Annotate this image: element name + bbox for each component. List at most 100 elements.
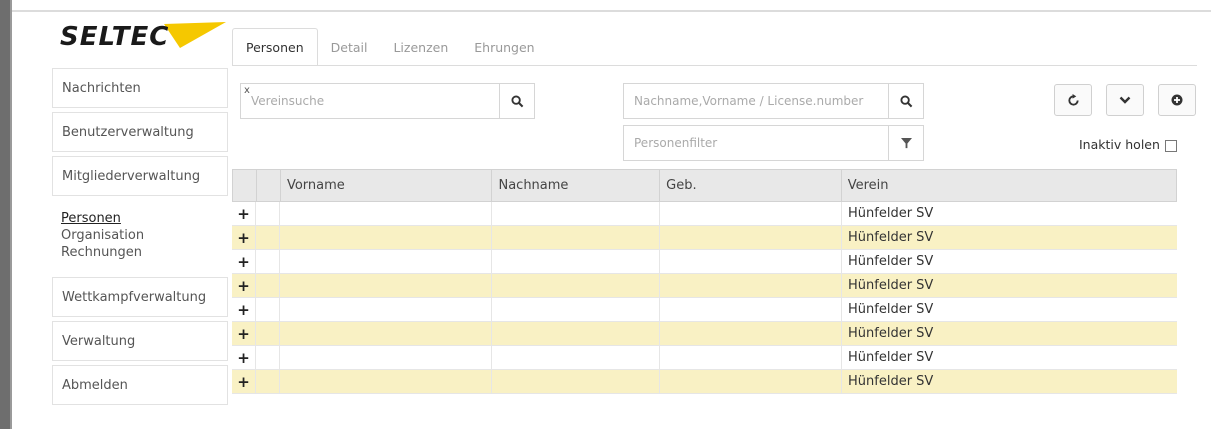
table-row[interactable]: + Hünfelder SV xyxy=(232,322,1177,346)
add-button[interactable] xyxy=(1158,84,1196,116)
sidebar-item-label: Verwaltung xyxy=(62,333,136,349)
row-select-cell xyxy=(256,370,280,393)
cell-vorname xyxy=(280,274,492,297)
plus-icon[interactable]: + xyxy=(232,202,256,225)
club-search-input[interactable]: x Vereinsuche xyxy=(240,83,500,119)
sidebar-item-abmelden[interactable]: Abmelden xyxy=(52,365,228,405)
cell-nachname xyxy=(492,202,660,225)
cell-geb xyxy=(660,226,842,249)
cell-vorname xyxy=(280,322,492,345)
cell-nachname xyxy=(492,274,660,297)
sidebar-item-label: Nachrichten xyxy=(62,80,141,96)
cell-verein: Hünfelder SV xyxy=(848,278,934,293)
plus-icon[interactable]: + xyxy=(232,346,256,369)
window-left-edge-inner xyxy=(10,0,12,429)
person-filter-placeholder: Personenfilter xyxy=(634,136,718,150)
cell-nachname xyxy=(492,298,660,321)
person-filter-input[interactable]: Personenfilter xyxy=(623,125,889,161)
tab-personen[interactable]: Personen xyxy=(232,28,318,66)
table-row[interactable]: + Hünfelder SV xyxy=(232,370,1177,394)
table-row[interactable]: + Hünfelder SV xyxy=(232,202,1177,226)
window-left-edge xyxy=(0,0,10,429)
inactive-toggle[interactable]: Inaktiv holen xyxy=(1079,137,1177,152)
logo: SELTEC xyxy=(52,18,228,58)
sidebar-item-label: Mitgliederverwaltung xyxy=(62,168,201,184)
person-filter-group: Personenfilter xyxy=(623,125,924,161)
cell-nachname xyxy=(492,346,660,369)
name-search-placeholder: Nachname,Vorname / License.number xyxy=(634,94,864,108)
row-select-cell xyxy=(256,298,280,321)
cell-geb xyxy=(660,250,842,273)
cell-vorname xyxy=(280,226,492,249)
plus-icon[interactable]: + xyxy=(232,322,256,345)
filter-icon xyxy=(900,137,912,148)
plus-icon[interactable]: + xyxy=(232,226,256,249)
cell-vorname xyxy=(280,346,492,369)
search-icon xyxy=(899,94,912,107)
refresh-button[interactable] xyxy=(1054,84,1092,116)
inactive-label: Inaktiv holen xyxy=(1079,137,1160,152)
header-select xyxy=(257,170,281,201)
sidebar-subitem-rechnungen[interactable]: Rechnungen xyxy=(61,244,219,261)
sidebar-item-wettkampfverwaltung[interactable]: Wettkampfverwaltung xyxy=(52,277,228,317)
cell-nachname xyxy=(492,250,660,273)
sidebar-subnav: Personen Organisation Rechnungen xyxy=(52,200,228,273)
cell-geb xyxy=(660,274,842,297)
cell-geb xyxy=(660,322,842,345)
header-expand xyxy=(233,170,257,201)
tab-divider xyxy=(232,65,1197,66)
cell-verein: Hünfelder SV xyxy=(848,350,934,365)
sidebar-item-benutzerverwaltung[interactable]: Benutzerverwaltung xyxy=(52,112,228,152)
sidebar-item-label: Wettkampfverwaltung xyxy=(62,289,207,305)
sidebar-item-mitgliederverwaltung[interactable]: Mitgliederverwaltung xyxy=(52,156,228,196)
row-select-cell xyxy=(256,226,280,249)
name-search-button[interactable] xyxy=(888,83,924,119)
clear-icon[interactable]: x xyxy=(244,85,250,96)
row-select-cell xyxy=(256,322,280,345)
plus-icon[interactable]: + xyxy=(232,298,256,321)
cell-verein: Hünfelder SV xyxy=(848,254,934,269)
cell-verein: Hünfelder SV xyxy=(848,302,934,317)
tab-detail[interactable]: Detail xyxy=(318,28,381,66)
tab-lizenzen[interactable]: Lizenzen xyxy=(380,28,461,66)
header-geb[interactable]: Geb. xyxy=(660,170,842,201)
name-search-input[interactable]: Nachname,Vorname / License.number xyxy=(623,83,889,119)
sidebar-item-label: Abmelden xyxy=(62,377,128,393)
row-select-cell xyxy=(256,250,280,273)
club-search-button[interactable] xyxy=(499,83,535,119)
table-row[interactable]: + Hünfelder SV xyxy=(232,226,1177,250)
expand-button[interactable] xyxy=(1106,84,1144,116)
cell-vorname xyxy=(280,202,492,225)
tab-ehrungen[interactable]: Ehrungen xyxy=(461,28,547,66)
club-search-placeholder: Vereinsuche xyxy=(251,94,325,108)
tab-bar: Personen Detail Lizenzen Ehrungen xyxy=(232,28,548,66)
cell-nachname xyxy=(492,370,660,393)
header-verein[interactable]: Verein xyxy=(842,170,1176,201)
plus-icon[interactable]: + xyxy=(232,250,256,273)
logo-text: SELTEC xyxy=(60,22,170,52)
sidebar-item-nachrichten[interactable]: Nachrichten xyxy=(52,68,228,108)
inactive-checkbox[interactable] xyxy=(1164,140,1177,152)
sidebar: Nachrichten Benutzerverwaltung Mitgliede… xyxy=(52,68,228,409)
filter-button[interactable] xyxy=(888,125,924,161)
cell-geb xyxy=(660,370,842,393)
sidebar-subitem-personen[interactable]: Personen xyxy=(61,210,219,227)
refresh-icon xyxy=(1067,93,1079,106)
table-row[interactable]: + Hünfelder SV xyxy=(232,346,1177,370)
sidebar-item-verwaltung[interactable]: Verwaltung xyxy=(52,321,228,361)
table-row[interactable]: + Hünfelder SV xyxy=(232,298,1177,322)
top-divider xyxy=(12,10,1211,12)
header-nachname[interactable]: Nachname xyxy=(492,170,661,201)
sidebar-item-label: Benutzerverwaltung xyxy=(62,124,194,140)
table-row[interactable]: + Hünfelder SV xyxy=(232,250,1177,274)
plus-icon[interactable]: + xyxy=(232,370,256,393)
header-vorname[interactable]: Vorname xyxy=(281,170,493,201)
table-row[interactable]: + Hünfelder SV xyxy=(232,274,1177,298)
cell-verein: Hünfelder SV xyxy=(848,206,934,221)
add-circle-icon xyxy=(1171,94,1183,106)
sidebar-subitem-organisation[interactable]: Organisation xyxy=(61,227,219,244)
club-search-group: x Vereinsuche xyxy=(240,83,535,119)
plus-icon[interactable]: + xyxy=(232,274,256,297)
cell-vorname xyxy=(280,370,492,393)
table-body: + Hünfelder SV + Hünfelder SV + Hünfelder SV +… xyxy=(232,202,1177,394)
